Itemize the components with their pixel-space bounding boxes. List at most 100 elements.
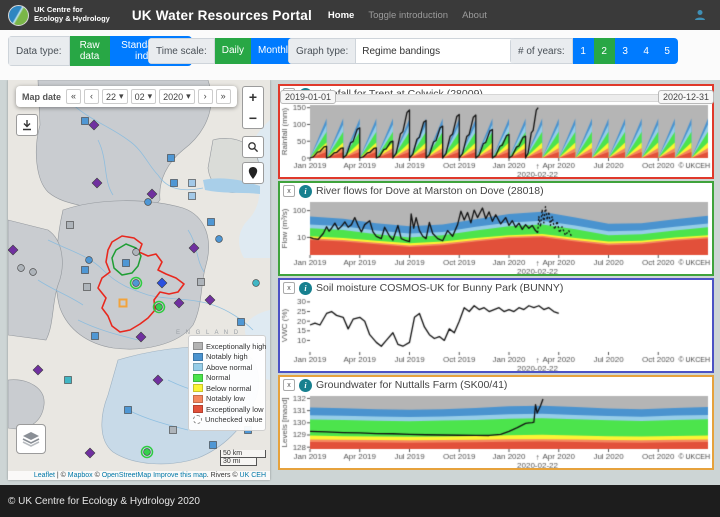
map-panel[interactable]: E N G L A N D Map date « ‹ 22 ▾ 02 ▾ 2020 ▾… [8, 80, 270, 480]
date-range-slider[interactable]: 2019-01-01 2020-12-31 [280, 90, 714, 106]
station-marker[interactable] [81, 266, 89, 274]
map-pin-icon [248, 167, 258, 179]
station-marker[interactable] [170, 179, 178, 187]
slider-end-handle[interactable]: 2020-12-31 [657, 90, 714, 104]
info-icon[interactable]: i [299, 281, 312, 295]
attribution-link[interactable]: Mapbox [68, 472, 93, 479]
slider-track[interactable] [280, 94, 714, 102]
attribution-link[interactable]: OpenStreetMap [102, 472, 151, 479]
dashed-circle-icon [193, 415, 202, 424]
attribution-link[interactable]: Leaflet [34, 472, 55, 479]
station-marker[interactable] [83, 283, 91, 291]
map-date-month-select[interactable]: 02 ▾ [130, 89, 157, 104]
layers-icon [22, 432, 40, 447]
data-type-label: Data type: [8, 36, 70, 66]
station-marker[interactable] [81, 117, 89, 125]
download-map-button[interactable] [16, 114, 38, 136]
close-chart-button[interactable]: x [283, 379, 295, 391]
nav-home[interactable]: Home [328, 10, 354, 21]
year-button-1[interactable]: 1 [572, 38, 594, 64]
legend-item: Exceptionally low [193, 405, 264, 414]
attribution-text: . Rivers © [206, 472, 240, 479]
slider-start-handle[interactable]: 2019-01-01 [280, 90, 337, 104]
station-marker[interactable] [122, 259, 130, 267]
daily-button[interactable]: Daily [214, 38, 251, 64]
info-icon[interactable]: i [299, 378, 312, 392]
ukceh-logo: UK Centre for Ecology & Hydrology [8, 4, 110, 26]
zoom-out-button[interactable]: − [242, 107, 264, 129]
chart-title: Soil moisture COSMOS-UK for Bunny Park (… [316, 282, 564, 294]
station-marker[interactable] [215, 235, 223, 243]
station-marker[interactable] [85, 256, 93, 264]
legend-swatch [193, 373, 203, 382]
station-marker[interactable] [66, 221, 74, 229]
station-marker[interactable] [155, 303, 163, 311]
attribution-text: © [92, 472, 102, 479]
zoom-in-button[interactable]: + [242, 86, 264, 108]
year-button-2[interactable]: 2 [593, 38, 615, 64]
map-pin-button[interactable] [242, 162, 264, 184]
caret-down-icon: ▾ [186, 91, 191, 101]
toolbar: Data type: Raw data Standardised indices… [0, 30, 720, 104]
map-date-first-button[interactable]: « [66, 89, 82, 104]
scale-mi-label: 30 mi [220, 458, 257, 466]
station-marker[interactable] [91, 332, 99, 340]
station-marker[interactable] [252, 279, 260, 287]
info-icon[interactable]: i [299, 184, 312, 198]
nav-toggle-introduction[interactable]: Toggle introduction [368, 10, 448, 21]
close-chart-button[interactable]: x [283, 185, 295, 197]
num-years-group: # of years: 12345 [510, 38, 678, 64]
raw-data-button[interactable]: Raw data [69, 36, 110, 66]
main-nav: Home Toggle introduction About [328, 10, 487, 21]
year-button-4[interactable]: 4 [635, 38, 657, 64]
legend-item: Notably low [193, 394, 261, 403]
year-button-3[interactable]: 3 [614, 38, 636, 64]
map-date-next-button[interactable]: › [197, 89, 213, 104]
station-marker[interactable] [64, 376, 72, 384]
graph-type-value: Regime bandings [362, 45, 441, 57]
nav-about[interactable]: About [462, 10, 487, 21]
legend-item: Exceptionally high [193, 342, 266, 351]
station-marker[interactable] [167, 154, 175, 162]
station-marker[interactable] [132, 248, 140, 256]
chart-card-river-flows: x i River flows for Dove at Marston on D… [278, 181, 714, 276]
map-date-year-select[interactable]: 2020 ▾ [159, 89, 195, 104]
map-date-bar: Map date « ‹ 22 ▾ 02 ▾ 2020 ▾ › » [16, 86, 237, 107]
map-date-day-select[interactable]: 22 ▾ [102, 89, 128, 104]
caret-down-icon: ▾ [147, 91, 153, 101]
station-marker[interactable] [209, 441, 217, 449]
chart-card-soil-moisture: x i Soil moisture COSMOS-UK for Bunny Pa… [278, 278, 714, 373]
ukceh-logo-icon [8, 4, 29, 26]
station-marker[interactable] [124, 406, 132, 414]
footer-text: © UK Centre for Ecology & Hydrology 2020 [8, 495, 200, 507]
station-marker[interactable] [188, 192, 196, 200]
station-marker[interactable] [144, 198, 152, 206]
station-marker[interactable] [188, 179, 196, 187]
chart-title: Groundwater for Nuttalls Farm (SK00/41) [316, 379, 508, 391]
station-marker[interactable] [207, 218, 215, 226]
station-marker[interactable] [169, 426, 177, 434]
app-header: UK Centre for Ecology & Hydrology UK Wat… [0, 0, 720, 30]
station-marker[interactable] [17, 264, 25, 272]
station-marker[interactable] [132, 279, 140, 287]
map-date-last-button[interactable]: » [215, 89, 231, 104]
time-scale-group: Time scale: Daily Monthly [148, 38, 301, 64]
station-marker[interactable] [237, 318, 245, 326]
charts-column: x i Rainfall for Trent at Colwick (28009… [278, 84, 714, 472]
attribution-link[interactable]: Improve this map [153, 472, 207, 479]
user-icon[interactable] [694, 9, 706, 21]
year-button-5[interactable]: 5 [656, 38, 678, 64]
map-date-prev-button[interactable]: ‹ [84, 89, 100, 104]
close-chart-button[interactable]: x [283, 282, 295, 294]
map-attribution: Leaflet | © Mapbox © OpenStreetMap Impro… [8, 471, 270, 480]
station-marker[interactable] [197, 278, 205, 286]
attribution-link[interactable]: UK CEH [240, 472, 266, 479]
legend-item: Unchecked value [193, 415, 263, 424]
station-marker[interactable] [29, 268, 37, 276]
legend-swatch [193, 384, 203, 392]
layers-button[interactable] [16, 424, 46, 454]
download-icon [23, 120, 31, 131]
station-marker[interactable] [143, 448, 151, 456]
map-search-button[interactable] [242, 136, 264, 158]
graph-type-select[interactable]: Regime bandings ▲▼ [356, 38, 527, 64]
